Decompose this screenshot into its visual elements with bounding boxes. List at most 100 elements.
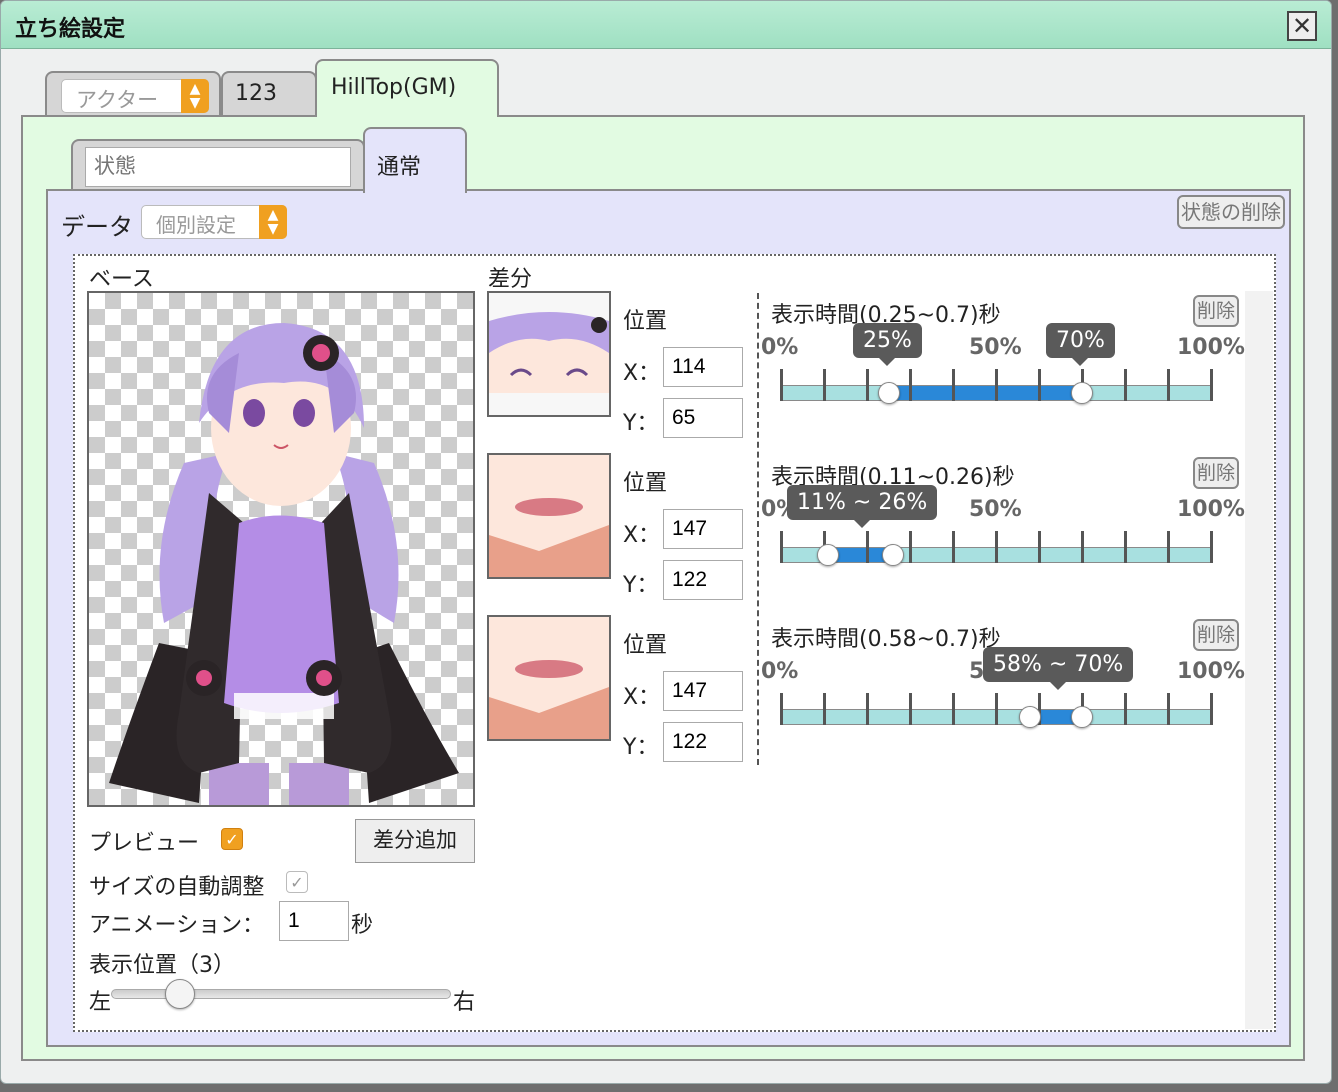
scale-100: 100%	[1177, 659, 1245, 684]
settings-window: 立ち絵設定 ✕ アクター ▲▼ 123 HillTop(GM) 通常 データ 個…	[0, 0, 1332, 1084]
diff-y-input[interactable]	[663, 722, 743, 762]
range-tick	[1210, 693, 1213, 725]
select-arrows-icon: ▲ ▼	[181, 79, 209, 113]
display-position-slider[interactable]	[111, 989, 451, 999]
data-select[interactable]: 個別設定 ▲ ▼	[141, 205, 287, 239]
slider-left-label: 左	[89, 990, 112, 1015]
range-tick	[1038, 531, 1041, 563]
tab-hilltop-label: HillTop(GM)	[331, 75, 457, 100]
diff-y-input[interactable]	[663, 398, 743, 438]
range-tick	[1124, 369, 1127, 401]
range-tick	[866, 531, 869, 563]
scale-50: 50%	[969, 497, 1022, 522]
actor-select-value: アクター	[76, 88, 159, 112]
diff-x-input[interactable]	[663, 347, 743, 387]
auto-size-label: サイズの自動調整	[89, 875, 265, 900]
data-label: データ	[61, 213, 133, 241]
diff-thumbnail-eyes[interactable]	[487, 291, 611, 417]
data-select-value: 個別設定	[156, 213, 236, 237]
range-tick	[780, 369, 783, 401]
slider-right-label: 右	[453, 990, 476, 1015]
range-tick	[995, 693, 998, 725]
add-diff-button[interactable]: 差分追加	[355, 819, 475, 863]
diff-thumbnail-mouth[interactable]	[487, 615, 611, 741]
range-end-tooltip: 70%	[1046, 323, 1115, 366]
diff-y-label: Y：	[623, 573, 659, 598]
window-title: 立ち絵設定	[15, 17, 126, 42]
preview-checkbox[interactable]: ✓	[221, 828, 243, 850]
range-end-thumb[interactable]	[1071, 706, 1093, 728]
diff-x-label: X：	[623, 361, 661, 386]
tab-hilltop[interactable]: HillTop(GM)	[315, 59, 499, 117]
diff-thumbnail-mouth[interactable]	[487, 453, 611, 579]
range-tick	[909, 369, 912, 401]
diff-divider	[757, 293, 759, 765]
delete-diff-button[interactable]: 削除	[1193, 619, 1239, 651]
range-fill	[889, 386, 1083, 400]
range-tooltip: 58% ~ 70%	[983, 647, 1134, 690]
diff-y-label: Y：	[623, 735, 659, 760]
diff-position-label: 位置	[623, 471, 668, 496]
range-tick	[780, 531, 783, 563]
diff-label: 差分	[488, 267, 533, 292]
diff-x-input[interactable]	[663, 671, 743, 711]
diff-y-input[interactable]	[663, 560, 743, 600]
diff-position-label: 位置	[623, 633, 668, 658]
delete-diff-button[interactable]: 削除	[1193, 295, 1239, 327]
base-image[interactable]	[87, 291, 475, 807]
eyes-image	[489, 312, 609, 393]
scale-100: 100%	[1177, 497, 1245, 522]
character-illustration	[109, 323, 459, 805]
mouth-image	[489, 660, 609, 739]
diff-x-input[interactable]	[663, 509, 743, 549]
check-icon: ✓	[225, 829, 239, 849]
check-icon: ✓	[290, 872, 304, 892]
range-tick	[995, 531, 998, 563]
range-tick	[909, 693, 912, 725]
scrollbar[interactable]	[1245, 291, 1273, 1029]
display-time-label: 表示時間(0.58~0.7)秒	[771, 627, 1001, 652]
range-start-thumb[interactable]	[877, 382, 900, 404]
animation-input[interactable]	[279, 901, 349, 941]
range-tick	[780, 693, 783, 725]
tab-123-label: 123	[235, 81, 277, 106]
range-tick	[823, 369, 826, 401]
range-tick	[909, 531, 912, 563]
diff-y-label: Y：	[623, 411, 659, 436]
display-position-slider-thumb[interactable]	[165, 979, 195, 1009]
scale-100: 100%	[1177, 335, 1245, 360]
range-tick	[1038, 369, 1041, 401]
tab-actor[interactable]: アクター ▲ ▼	[45, 71, 221, 115]
title-bar[interactable]: 立ち絵設定 ✕	[1, 1, 1331, 49]
state-name-input[interactable]	[85, 147, 351, 187]
actor-select[interactable]: アクター ▲ ▼	[61, 79, 209, 113]
animation-unit: 秒	[351, 913, 374, 938]
range-tick	[1167, 531, 1170, 563]
range-tick	[952, 693, 955, 725]
diff-x-label: X：	[623, 523, 661, 548]
range-tick	[1081, 531, 1084, 563]
range-tick	[1210, 531, 1213, 563]
display-position-label: 表示位置（3）	[89, 953, 235, 978]
delete-diff-button[interactable]: 削除	[1193, 457, 1239, 489]
range-tick	[1210, 369, 1213, 401]
scale-0: 0%	[761, 659, 799, 684]
range-tick	[1124, 693, 1127, 725]
select-arrows-icon: ▲ ▼	[259, 205, 287, 239]
range-tick	[866, 369, 869, 401]
tab-normal-label: 通常	[377, 155, 422, 180]
delete-state-button[interactable]: 状態の削除	[1177, 195, 1285, 229]
tab-normal[interactable]: 通常	[363, 127, 467, 193]
close-icon: ✕	[1291, 12, 1313, 40]
auto-size-checkbox[interactable]: ✓	[286, 871, 308, 893]
tab-123[interactable]: 123	[221, 71, 317, 115]
scale-50: 50%	[969, 335, 1022, 360]
diff-position-label: 位置	[623, 309, 668, 334]
mouth-image	[489, 498, 609, 577]
range-end-thumb[interactable]	[881, 544, 904, 566]
close-button[interactable]: ✕	[1287, 11, 1317, 41]
range-end-thumb[interactable]	[1071, 382, 1093, 404]
scale-0: 0%	[761, 335, 799, 360]
range-tick	[1167, 369, 1170, 401]
range-tick	[823, 693, 826, 725]
